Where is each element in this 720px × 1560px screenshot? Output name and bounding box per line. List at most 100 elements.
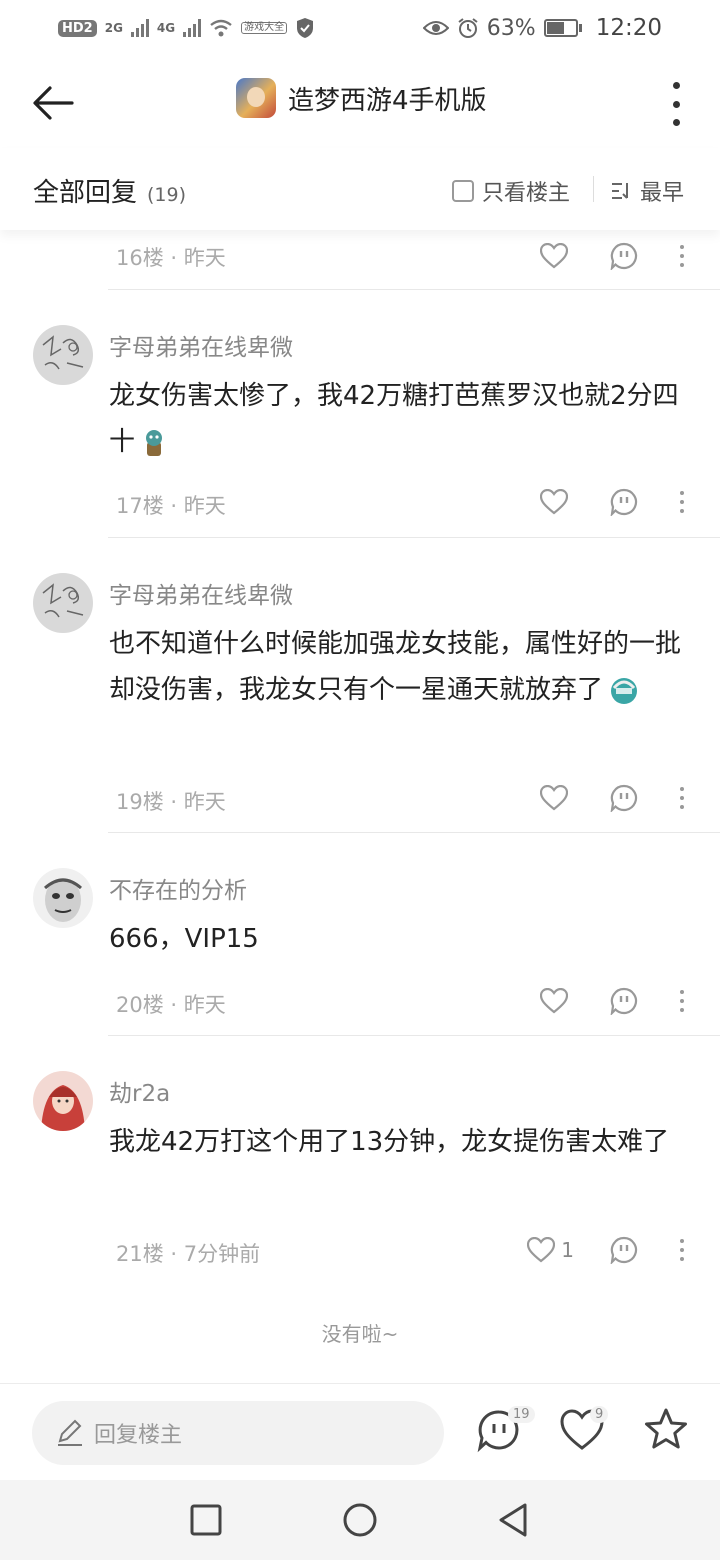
comment-icon xyxy=(610,242,638,270)
comment-more-icon[interactable] xyxy=(674,1239,690,1261)
reply-button[interactable] xyxy=(604,987,644,1015)
avatar[interactable] xyxy=(33,868,93,928)
shield-icon xyxy=(297,18,314,38)
comment-item: 16楼 · 昨天 xyxy=(0,230,720,290)
only-owner-checkbox[interactable] xyxy=(452,180,474,202)
comment-more-icon[interactable] xyxy=(674,245,690,267)
avatar[interactable] xyxy=(33,1071,93,1131)
reply-button[interactable] xyxy=(604,242,644,270)
reply-button[interactable] xyxy=(604,784,644,812)
comment-count-badge: 19 xyxy=(508,1406,535,1423)
home-icon[interactable] xyxy=(340,1500,380,1540)
status-right: 63% 12:20 xyxy=(422,15,662,41)
game-center-icon: 游戏大全 xyxy=(241,22,288,34)
system-nav-bar xyxy=(0,1480,720,1560)
username[interactable]: 字母弟弟在线卑微 xyxy=(109,576,293,610)
comment-text-body: 龙女伤害太惨了，我42万糖打芭蕉罗汉也就2分四十 xyxy=(109,381,679,457)
forum-title-text: 造梦西游4手机版 xyxy=(288,85,487,116)
like-button[interactable] xyxy=(534,988,574,1014)
comment-text: 也不知道什么时候能加强龙女技能，属性好的一批却没伤害，我龙女只有个一星通天就放弃… xyxy=(109,621,699,713)
comment-floor-time: 21楼 · 7分钟前 xyxy=(116,1242,261,1266)
comment-text: 666，VIP15 xyxy=(109,916,699,962)
reply-count: (19) xyxy=(147,184,187,206)
comment-icon xyxy=(610,1236,638,1264)
comment-actions: 1 xyxy=(527,1236,690,1264)
all-replies-text: 全部回复 xyxy=(33,178,138,208)
comment-floor-time: 20楼 · 昨天 xyxy=(116,993,226,1017)
comment-more-icon[interactable] xyxy=(674,990,690,1012)
comment-text: 龙女伤害太惨了，我42万糖打芭蕉罗汉也就2分四十 xyxy=(109,373,699,465)
comment-item-21: 劫r2a 我龙42万打这个用了13分钟，龙女提伤害太难了 21楼 · 7分钟前 … xyxy=(0,1036,720,1286)
comment-icon xyxy=(610,784,638,812)
comment-floor-time: 16楼 · 昨天 xyxy=(116,246,226,270)
emoji-icon xyxy=(146,429,163,456)
avatar[interactable] xyxy=(33,573,93,633)
only-owner-label: 只看楼主 xyxy=(482,181,571,206)
hd-badge-text: HD xyxy=(62,20,84,36)
all-replies-label: 全部回复 (19) xyxy=(33,172,186,209)
network-4g-label: 4G xyxy=(156,21,176,35)
eye-icon xyxy=(422,21,449,35)
battery-icon xyxy=(543,19,582,37)
network-2g-label: 2G xyxy=(104,21,123,35)
hd-badge-sub: 2 xyxy=(83,20,93,36)
like-button[interactable] xyxy=(534,785,574,811)
bottom-action-bar: 回复楼主 19 9 xyxy=(0,1383,720,1480)
sort-toggle[interactable]: 最早 xyxy=(610,175,684,207)
back-triangle-icon[interactable] xyxy=(493,1500,533,1540)
reply-owner-input[interactable]: 回复楼主 xyxy=(32,1401,444,1465)
like-button[interactable] xyxy=(534,489,574,515)
pencil-icon xyxy=(58,1419,82,1446)
like-count-badge: 9 xyxy=(590,1406,609,1423)
comment-text-body: 666，VIP15 xyxy=(109,924,259,954)
username[interactable]: 字母弟弟在线卑微 xyxy=(109,328,293,362)
clock: 12:20 xyxy=(595,15,662,41)
sort-label: 最早 xyxy=(640,181,685,206)
heart-icon xyxy=(540,988,568,1014)
end-of-list-text: 没有啦~ xyxy=(321,1322,399,1346)
app-header: 造梦西游4手机版 xyxy=(0,56,720,148)
signal-icon-2 xyxy=(183,19,202,37)
reply-button[interactable] xyxy=(604,1236,644,1264)
status-bar: HD2 2G 4G 游戏大全 63% 12:20 xyxy=(0,0,720,56)
comment-list: 16楼 · 昨天 字母弟弟在线卑微 龙女伤害太惨了，我42万糖打芭蕉罗汉也就2分… xyxy=(0,230,720,290)
hd-badge: HD2 xyxy=(58,19,97,37)
emoji-icon xyxy=(611,677,638,704)
like-button[interactable] xyxy=(534,243,574,269)
username[interactable]: 不存在的分析 xyxy=(109,871,247,905)
comment-icon xyxy=(610,987,638,1015)
like-button[interactable]: 1 xyxy=(527,1237,574,1263)
comment-icon xyxy=(610,488,638,516)
comment-item-20: 不存在的分析 666，VIP15 20楼 · 昨天 xyxy=(0,833,720,1036)
comment-more-icon[interactable] xyxy=(674,787,690,809)
comment-floor-time: 19楼 · 昨天 xyxy=(116,790,226,814)
status-left: HD2 2G 4G 游戏大全 xyxy=(58,17,315,39)
signal-icon xyxy=(130,19,149,37)
wifi-icon xyxy=(210,19,232,37)
more-options-icon[interactable] xyxy=(666,82,686,126)
heart-icon xyxy=(540,785,568,811)
comment-text: 我龙42万打这个用了13分钟，龙女提伤害太难了 xyxy=(109,1119,699,1165)
username[interactable]: 劫r2a xyxy=(109,1074,170,1108)
like-count: 1 xyxy=(561,1238,574,1262)
recent-apps-icon[interactable] xyxy=(186,1500,226,1540)
comment-more-icon[interactable] xyxy=(674,491,690,513)
reply-button[interactable] xyxy=(604,488,644,516)
forum-title[interactable]: 造梦西游4手机版 xyxy=(236,78,487,118)
comment-item-17: 字母弟弟在线卑微 龙女伤害太惨了，我42万糖打芭蕉罗汉也就2分四十 17楼 · … xyxy=(0,290,720,538)
comment-item-19: 字母弟弟在线卑微 也不知道什么时候能加强龙女技能，属性好的一批却没伤害，我龙女只… xyxy=(0,538,720,833)
comment-floor-time: 17楼 · 昨天 xyxy=(116,494,226,518)
heart-icon xyxy=(540,489,568,515)
only-owner-toggle[interactable]: 只看楼主 xyxy=(452,175,570,207)
comment-actions xyxy=(534,987,690,1015)
sort-icon xyxy=(612,183,628,199)
comment-actions xyxy=(534,242,690,270)
reply-placeholder: 回复楼主 xyxy=(94,1423,183,1448)
star-icon[interactable] xyxy=(642,1406,690,1454)
comment-actions xyxy=(534,784,690,812)
divider xyxy=(593,176,594,202)
avatar[interactable] xyxy=(33,325,93,385)
alarm-icon xyxy=(458,18,478,38)
comment-text-body: 也不知道什么时候能加强龙女技能，属性好的一批却没伤害，我龙女只有个一星通天就放弃… xyxy=(109,629,682,705)
back-arrow-icon[interactable] xyxy=(30,80,76,126)
